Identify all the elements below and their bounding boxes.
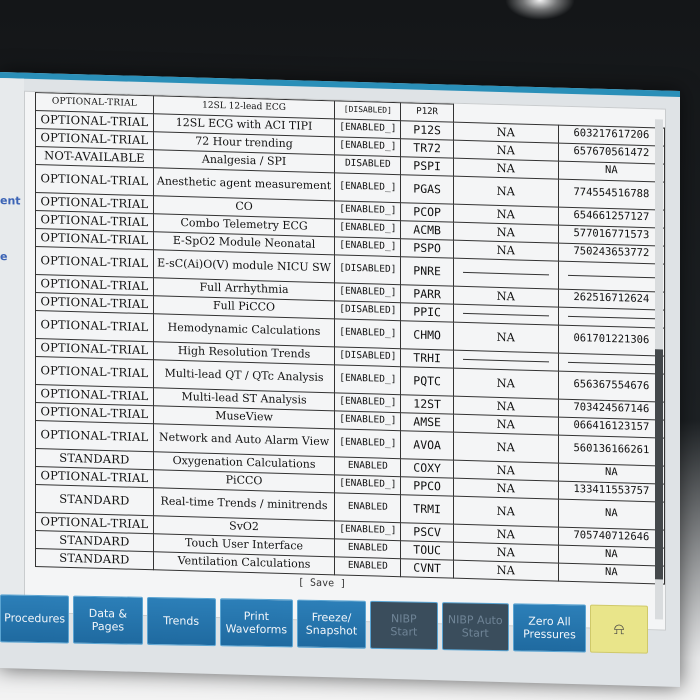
state-cell[interactable]: [ENABLED_]: [334, 520, 401, 541]
state-cell[interactable]: [ENABLED_]: [334, 200, 401, 221]
number-cell: 656367554676: [558, 370, 665, 402]
left-panel-text: e: [0, 250, 8, 264]
status-cell: OPTIONAL-TRIAL: [35, 245, 154, 278]
na-cell: NA: [453, 431, 559, 463]
code-cell: P12S: [400, 120, 454, 140]
feature-cell: Ventilation Calculations: [153, 551, 335, 575]
state-cell[interactable]: [ENABLED_]: [334, 318, 401, 349]
softkey-trends[interactable]: Trends: [146, 596, 216, 647]
code-cell: PSCV: [400, 522, 454, 542]
code-cell: PPCO: [400, 476, 454, 496]
code-cell: COXY: [400, 458, 454, 478]
code-cell: PQTC: [400, 366, 454, 396]
code-cell: AVOA: [400, 430, 454, 460]
number-cell: [558, 260, 665, 292]
state-cell[interactable]: [ENABLED_]: [334, 172, 401, 203]
code-cell: P12R: [400, 102, 454, 122]
softkey-nibp-start[interactable]: NIBP Start: [370, 600, 438, 650]
save-button[interactable]: [ Save ]: [298, 577, 346, 589]
state-cell[interactable]: DISABLED: [334, 154, 401, 175]
number-cell: NA: [558, 498, 665, 530]
code-cell: PGAS: [400, 174, 454, 204]
softkey-data-pages[interactable]: Data & Pages: [73, 595, 143, 645]
code-cell: PPIC: [400, 302, 454, 322]
status-cell: STANDARD: [35, 483, 154, 516]
state-cell[interactable]: [DISABLED]: [334, 346, 401, 367]
state-cell[interactable]: [ENABLED_]: [334, 136, 401, 157]
code-cell: AMSE: [400, 412, 454, 432]
softkey-freeze-snapshot[interactable]: Freeze/ Snapshot: [296, 599, 367, 649]
code-cell: TR72: [400, 138, 454, 158]
state-cell[interactable]: [DISABLED]: [334, 254, 401, 285]
code-cell: PCOP: [400, 202, 454, 222]
state-cell[interactable]: ENABLED: [334, 538, 401, 559]
code-cell: PARR: [400, 284, 454, 304]
state-cell[interactable]: [ENABLED_]: [334, 392, 401, 413]
code-cell: TRHI: [400, 348, 454, 368]
number-cell: 061701221306: [558, 324, 665, 356]
na-cell: NA: [453, 495, 559, 527]
state-cell[interactable]: ENABLED: [334, 556, 401, 577]
alarm-silence-icon[interactable]: ⍾: [589, 604, 649, 654]
number-cell: 774554516788: [558, 178, 665, 210]
code-cell: ACMB: [400, 220, 454, 240]
na-cell: NA: [453, 367, 559, 399]
state-cell[interactable]: [ENABLED_]: [334, 428, 401, 459]
state-cell[interactable]: [DISABLED]: [334, 300, 401, 321]
options-panel: OPTIONAL-TRIAL 12SL 12-lead ECG [DISABLE…: [24, 90, 666, 631]
na-cell: NA: [453, 175, 559, 207]
na-cell: NA: [453, 559, 559, 581]
status-cell: OPTIONAL-TRIAL: [35, 309, 154, 342]
state-cell[interactable]: [ENABLED_]: [334, 236, 401, 257]
na-cell: [453, 257, 559, 289]
state-cell[interactable]: [DISABLED]: [334, 100, 401, 121]
state-cell[interactable]: [ENABLED_]: [334, 282, 401, 303]
na-cell: NA: [453, 321, 559, 353]
status-cell: OPTIONAL-TRIAL: [35, 355, 154, 388]
state-cell[interactable]: ENABLED: [334, 492, 401, 523]
state-cell[interactable]: [ENABLED_]: [334, 218, 401, 239]
number-cell: NA: [558, 562, 665, 584]
scrollbar-thumb[interactable]: [655, 349, 663, 580]
options-table: OPTIONAL-TRIAL 12SL 12-lead ECG [DISABLE…: [35, 92, 665, 584]
status-cell: OPTIONAL-TRIAL: [35, 419, 154, 452]
code-cell: CHMO: [400, 320, 454, 350]
status-cell: OPTIONAL-TRIAL: [35, 163, 154, 196]
code-cell: 12ST: [400, 394, 454, 414]
softkey-procedures[interactable]: Procedures: [0, 594, 70, 644]
softkey-zero-all-pressures[interactable]: Zero All Pressures: [512, 603, 586, 653]
code-cell: PSPI: [400, 156, 454, 176]
status-cell: STANDARD: [35, 547, 154, 570]
left-panel-text: ent: [0, 194, 21, 208]
state-cell[interactable]: ENABLED: [334, 456, 401, 477]
code-cell: CVNT: [400, 558, 454, 578]
code-cell: PNRE: [400, 256, 454, 286]
number-cell: 560136166261: [558, 434, 665, 466]
code-cell: TRMI: [400, 494, 454, 524]
left-side-panel: ent e: [0, 78, 24, 599]
softkey-print-waveforms[interactable]: Print Waveforms: [219, 598, 293, 648]
state-cell[interactable]: [ENABLED_]: [334, 410, 401, 431]
monitor-screen: ent e OPTIONAL-TRIAL 12SL 12-lead ECG [D…: [0, 72, 680, 687]
state-cell[interactable]: [ENABLED_]: [334, 364, 401, 395]
state-cell[interactable]: [ENABLED_]: [334, 118, 401, 139]
code-cell: TOUC: [400, 540, 454, 560]
softkey-nibp-auto-start[interactable]: NIBP Auto Start: [441, 602, 509, 652]
state-cell[interactable]: [ENABLED_]: [334, 474, 401, 495]
code-cell: PSPO: [400, 238, 454, 258]
